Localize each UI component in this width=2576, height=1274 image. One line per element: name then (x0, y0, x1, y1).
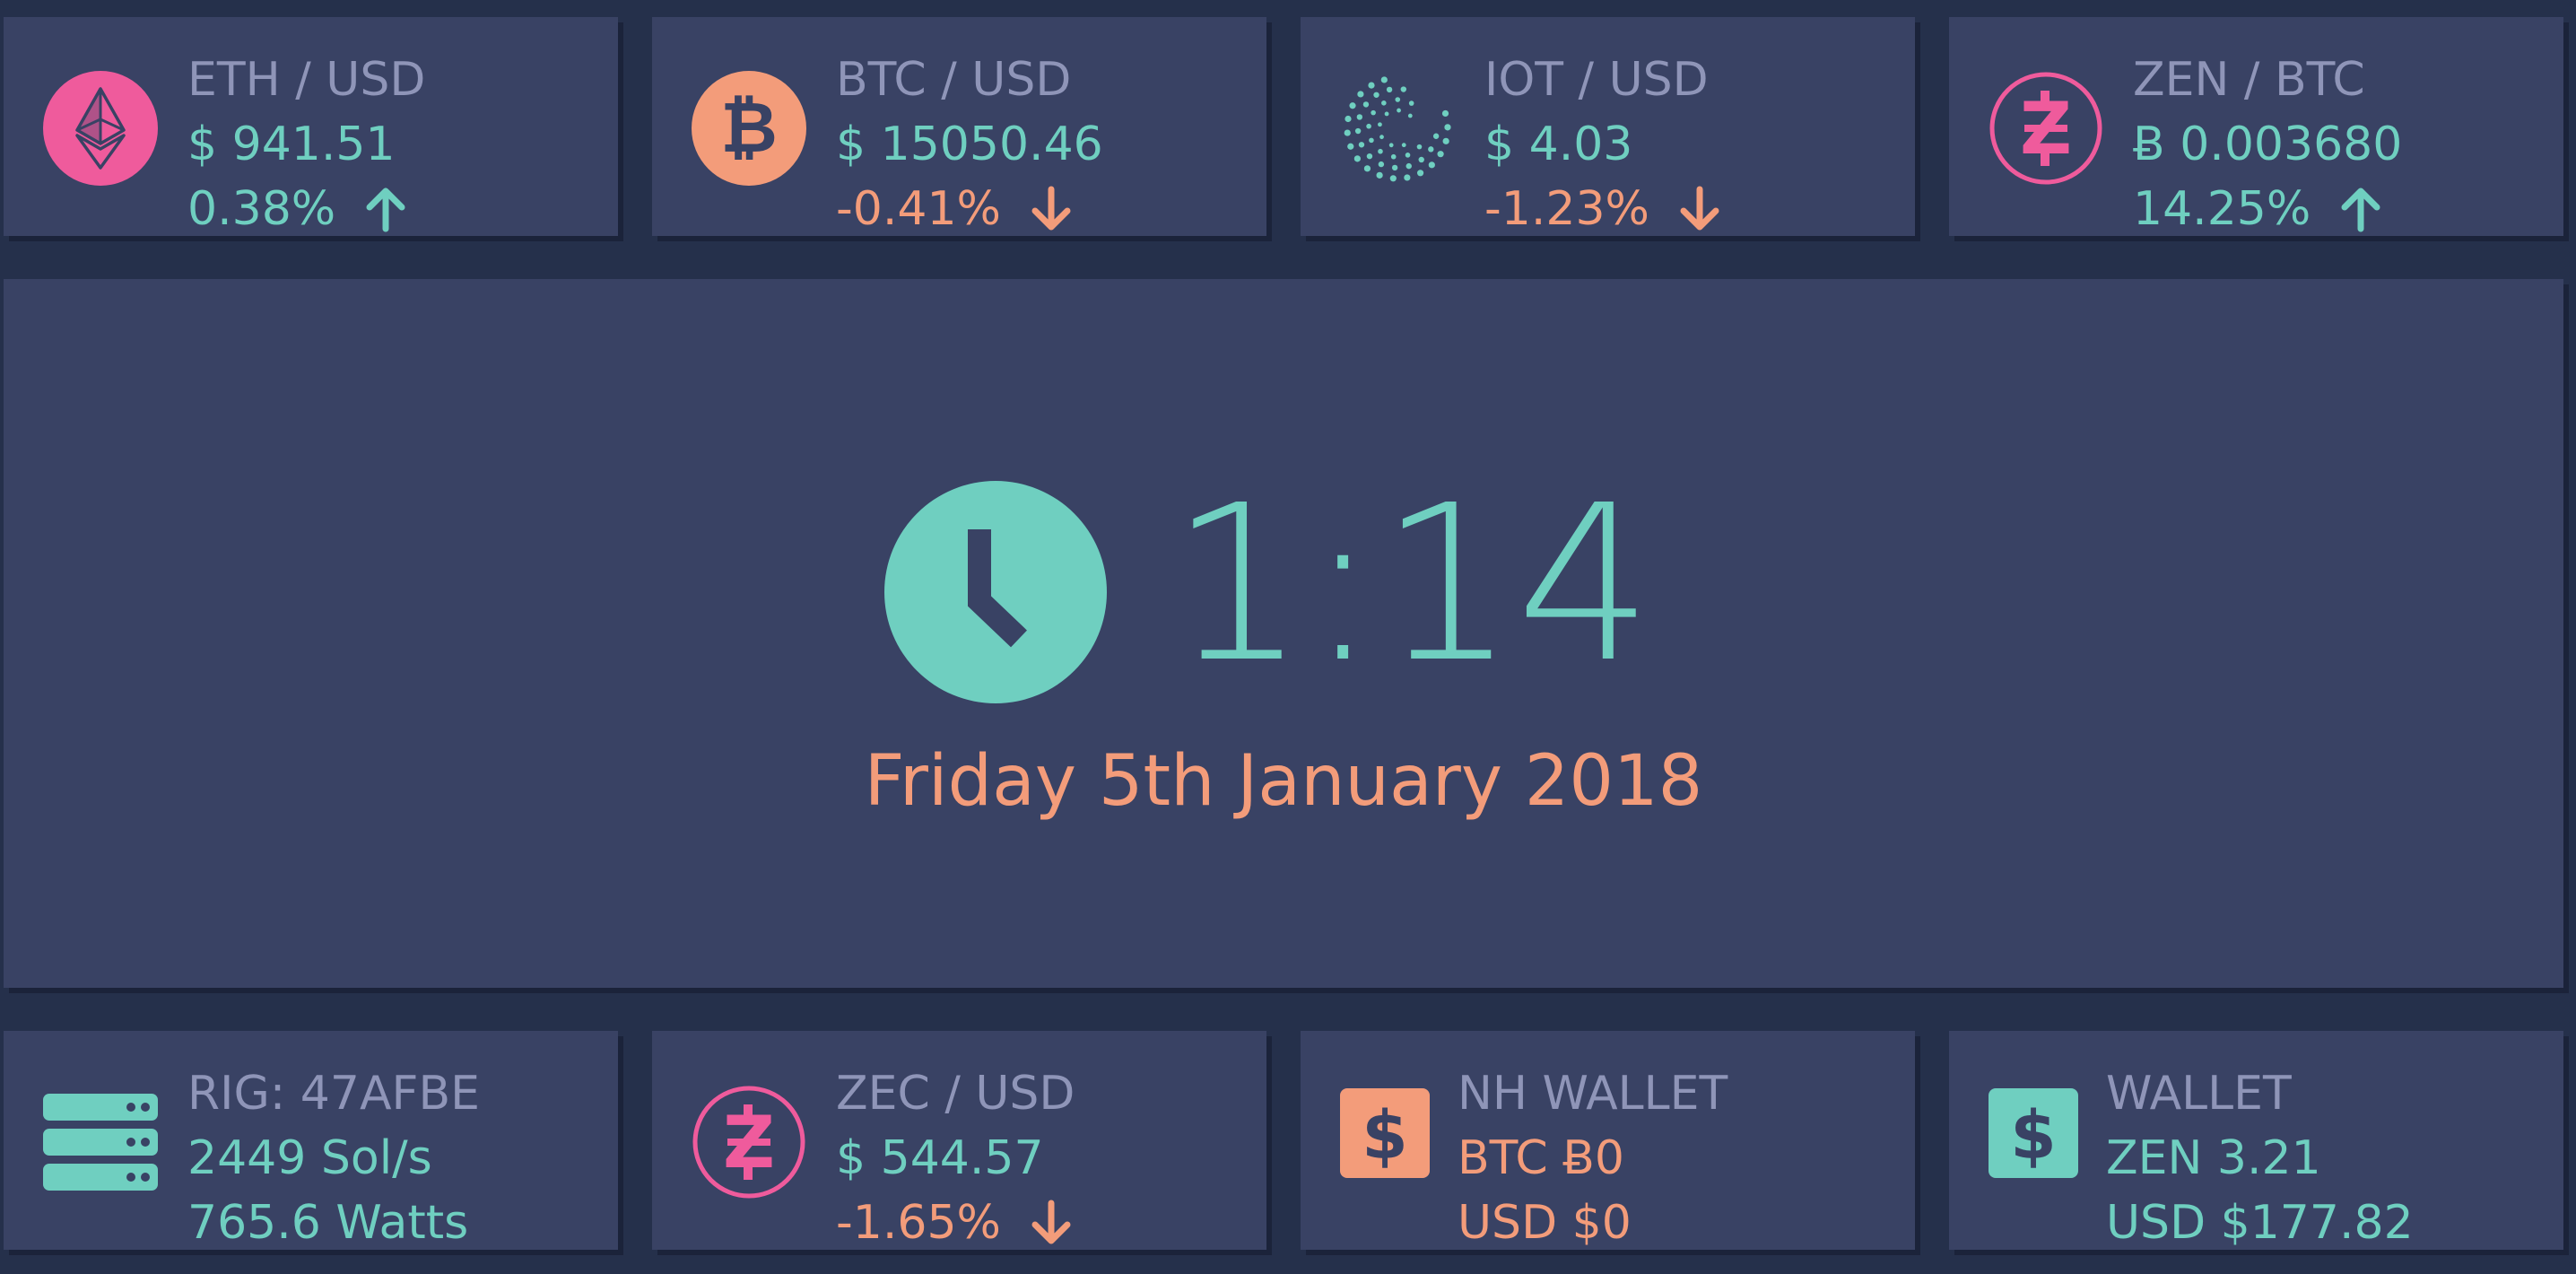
arrow-up-icon (362, 186, 409, 232)
iota-icon (1340, 71, 1455, 186)
ticker-price: $ 15050.46 (836, 118, 1103, 171)
bitcoin-icon: ₿ (692, 71, 806, 186)
arrow-up-icon (2337, 186, 2384, 232)
ticker-price: $ 941.51 (187, 118, 396, 171)
ticker-pair: BTC / USD (836, 53, 1072, 107)
wallet-card: $ WALLET ZEN 3.21 USD $177.82 (1949, 1031, 2563, 1250)
wallet-btc: BTC Ƀ0 (1458, 1131, 1624, 1185)
ticker-change: 0.38% (187, 182, 336, 236)
ticker-change-row: 0.38% (187, 182, 409, 236)
arrow-down-icon (1028, 186, 1075, 232)
ticker-change-row: 14.25% (2133, 182, 2384, 236)
wallet-usd: USD $0 (1458, 1196, 1632, 1250)
wallet-title: NH WALLET (1458, 1067, 1728, 1121)
ticker-pair: ZEN / BTC (2133, 53, 2365, 107)
server-icon (43, 1085, 158, 1200)
clock-panel: 1:14 Friday 5th January 2018 (4, 279, 2563, 988)
ticker-change-row: -1.23% (1484, 182, 1723, 236)
rig-hashrate: 2449 Sol/s (187, 1131, 432, 1185)
wallet-zen: ZEN 3.21 (2106, 1131, 2321, 1185)
ticker-change-row: -0.41% (836, 182, 1075, 236)
ticker-card-iot: IOT / USD $ 4.03 -1.23% (1301, 17, 1915, 236)
arrow-down-icon (1676, 186, 1723, 232)
rig-title: RIG: 47AFBE (187, 1067, 480, 1121)
arrow-down-icon (1028, 1200, 1075, 1246)
svg-text:$: $ (2010, 1097, 2057, 1174)
rig-power: 765.6 Watts (187, 1196, 469, 1250)
ticker-card-eth: ETH / USD $ 941.51 0.38% (4, 17, 618, 236)
zcash-icon: Z (692, 1085, 806, 1200)
wallet-title: WALLET (2106, 1067, 2292, 1121)
ticker-change: -1.65% (836, 1196, 1001, 1250)
ticker-change: -1.23% (1484, 182, 1649, 236)
ticker-card-zec: Z ZEC / USD $ 544.57 -1.65% (652, 1031, 1266, 1250)
clock-time: 1:14 (1170, 458, 1653, 710)
ticker-price: $ 544.57 (836, 1131, 1044, 1185)
ticker-card-btc: ₿ BTC / USD $ 15050.46 -0.41% (652, 17, 1266, 236)
svg-text:$: $ (1362, 1097, 1408, 1174)
wallet-usd: USD $177.82 (2106, 1196, 2414, 1250)
dollar-icon: $ (1989, 1088, 2078, 1178)
dollar-icon: $ (1340, 1088, 1430, 1178)
zencash-icon: Z (1989, 71, 2103, 186)
nh-wallet-card: $ NH WALLET BTC Ƀ0 USD $0 (1301, 1031, 1915, 1250)
ethereum-icon (43, 71, 158, 186)
ticker-change: -0.41% (836, 182, 1001, 236)
ticker-change: 14.25% (2133, 182, 2311, 236)
ticker-pair: IOT / USD (1484, 53, 1709, 107)
rig-card: RIG: 47AFBE 2449 Sol/s 765.6 Watts (4, 1031, 618, 1250)
ticker-change-row: -1.65% (836, 1196, 1075, 1250)
ticker-pair: ZEC / USD (836, 1067, 1075, 1121)
ticker-card-zen: Z ZEN / BTC Ƀ 0.003680 14.25% (1949, 17, 2563, 236)
ticker-pair: ETH / USD (187, 53, 426, 107)
ticker-price: $ 4.03 (1484, 118, 1633, 171)
clock-date: Friday 5th January 2018 (864, 741, 1703, 822)
clock-icon (884, 481, 1107, 703)
svg-text:₿: ₿ (720, 88, 778, 169)
ticker-price: Ƀ 0.003680 (2133, 118, 2403, 171)
